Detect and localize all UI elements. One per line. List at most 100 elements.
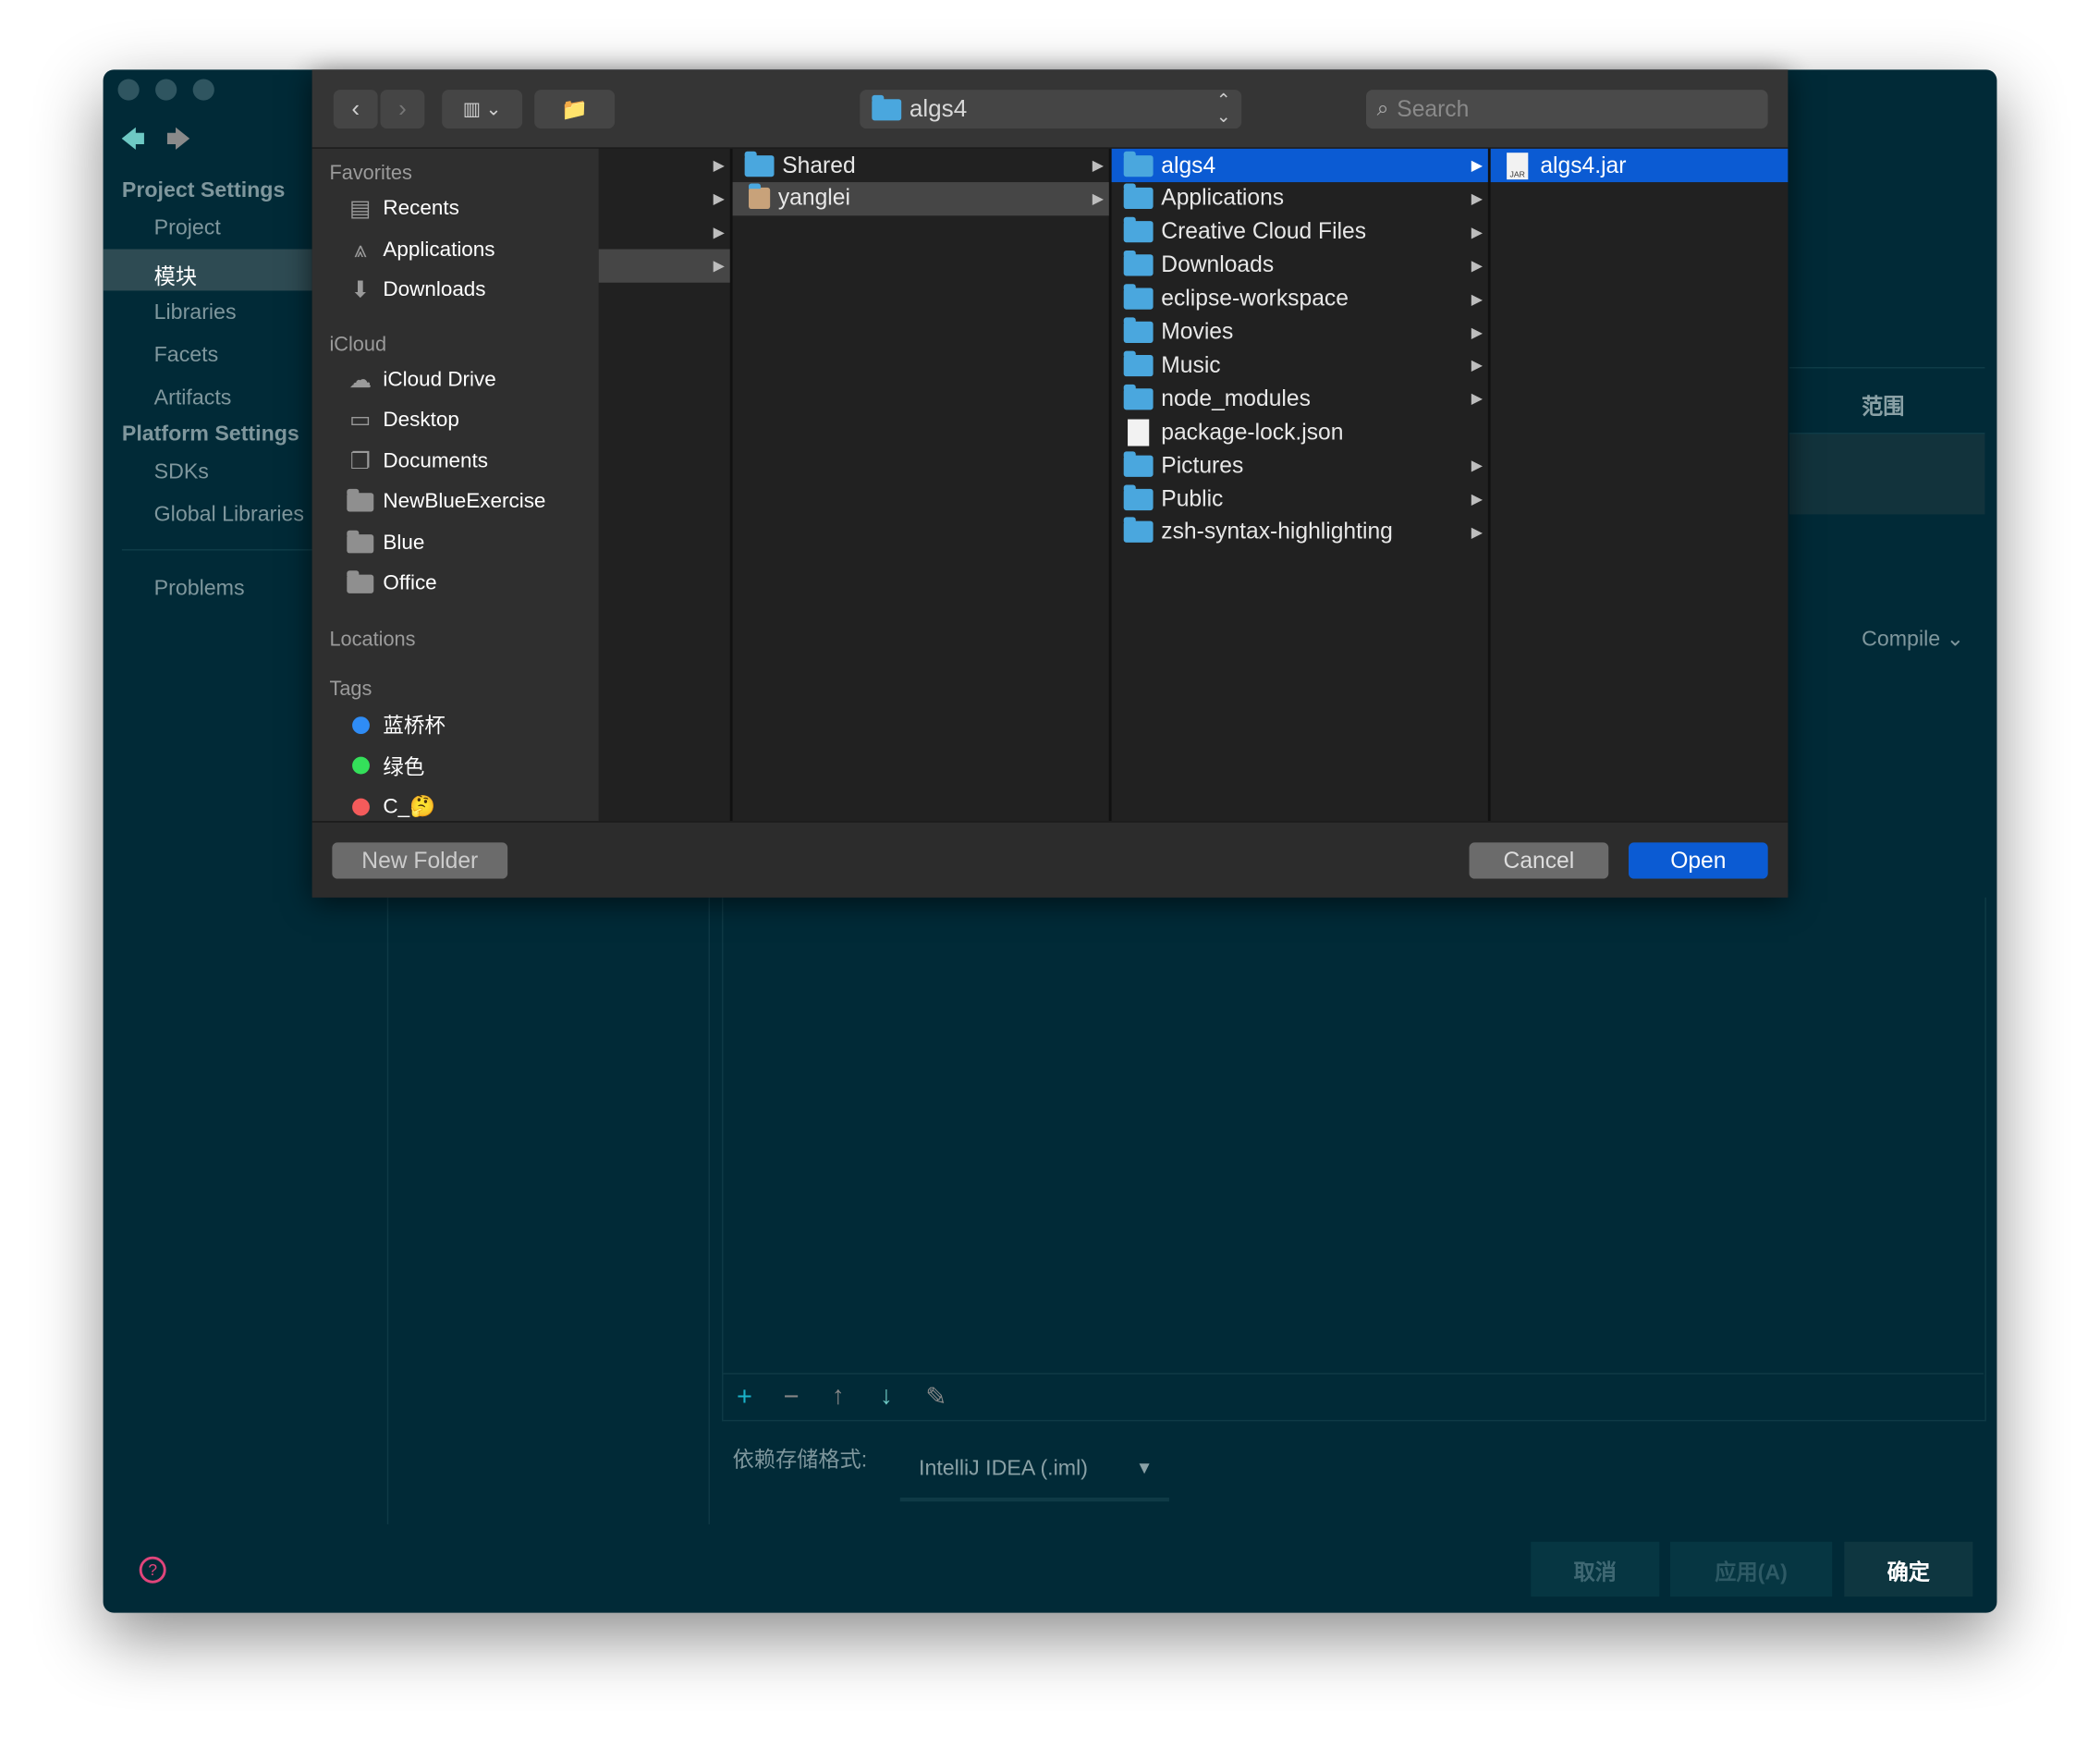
file-item[interactable]: Creative Cloud Files ▶ [1112,215,1488,249]
sidebar-item-problems[interactable]: Problems [154,578,245,602]
tag-item[interactable]: 绿色 [346,747,424,785]
ok-button[interactable]: 确定 [1844,1541,1973,1597]
open-button[interactable]: Open [1628,842,1768,879]
minimize-window-button[interactable] [155,79,177,101]
file-item[interactable]: algs4 ▶ [1111,148,1488,183]
file-name: Pictures [1161,452,1244,478]
apply-button[interactable]: 应用(A) [1669,1541,1833,1597]
list-item[interactable]: ▶ [598,249,730,283]
disclosure-arrow-icon: ▶ [1471,157,1483,175]
edit-icon[interactable]: ✎ [925,1382,946,1413]
file-name: zsh-syntax-highlighting [1161,519,1393,544]
sidebar-item[interactable]: NewBlueExercise [346,483,546,521]
list-item[interactable]: ▶ [599,182,730,215]
file-item[interactable]: node_modules ▶ [1112,382,1488,415]
column-2: Shared ▶ yanglei ▶ [732,148,1112,822]
file-item[interactable]: Movies ▶ [1112,315,1488,349]
disclosure-arrow-icon: ▶ [713,225,725,241]
close-window-button[interactable] [117,79,140,101]
cancel-button[interactable]: 取消 [1531,1541,1660,1597]
file-item[interactable]: zsh-syntax-highlighting ▶ [1112,516,1488,549]
file-item[interactable]: JAR algs4.jar [1490,148,1789,183]
dialog-footer: New Folder Cancel Open [311,821,1789,898]
tag-item[interactable]: 蓝桥杯 [346,706,446,744]
disclosure-arrow-icon: ▶ [1471,225,1483,241]
tag-item[interactable]: C_🤔 [346,788,435,826]
storage-format-dropdown[interactable]: IntelliJ IDEA (.iml) ▼ [899,1452,1169,1502]
file-item[interactable]: yanglei ▶ [732,181,1109,216]
folder-icon [1123,184,1154,210]
sidebar-item[interactable]: Blue [346,524,425,562]
file-item[interactable]: Applications ▶ [1112,182,1488,215]
back-button[interactable]: ‹ [333,90,378,129]
new-folder-button[interactable]: New Folder [332,842,508,879]
sidebar-item[interactable]: ▤ Recents [346,190,459,228]
scope-header: 范围 [1862,396,1905,420]
arrow-left-icon[interactable]: 🡄 [120,123,145,163]
sidebar-item[interactable]: ▭ Desktop [346,402,459,440]
folder-icon [1123,317,1154,343]
list-item[interactable]: ▶ [599,215,730,249]
sidebar-item-artifacts[interactable]: Artifacts [154,387,232,411]
locations-header: Locations [329,628,416,652]
cancel-button[interactable]: Cancel [1469,842,1609,879]
list-item[interactable]: ▶ [599,149,730,182]
forward-button[interactable]: › [380,90,425,129]
sidebar-item-sdks[interactable]: SDKs [154,460,209,484]
jar-file-icon: JAR [1507,152,1529,179]
folder-icon [1123,450,1154,477]
sidebar-item-label: Office [383,571,437,595]
view-mode-button[interactable]: ▥ ⌄ [442,90,523,129]
table-row-selected[interactable] [1789,434,1985,515]
file-item[interactable]: Shared ▶ [733,149,1109,182]
sidebar-item[interactable]: Office [346,565,437,603]
scope-dropdown[interactable]: Compile ⌄ [1862,626,1964,653]
file-item[interactable]: Downloads ▶ [1112,249,1488,282]
sidebar-item-label: NewBlueExercise [383,490,546,514]
folder-icon [1123,350,1154,377]
column-1: ▶ ▶ ▶ ▶ [598,148,733,822]
file-item[interactable]: Public ▶ [1112,483,1488,516]
sidebar-item-project[interactable]: Project [154,217,221,241]
sidebar-item-label: Documents [383,449,489,473]
search-field[interactable]: ⌕ Search [1365,90,1768,129]
new-folder-icon-button[interactable]: 📁 [534,90,616,129]
remove-icon[interactable]: − [784,1382,800,1413]
tag-dot-icon [346,711,375,738]
sidebar-item[interactable]: ☁ iCloud Drive [346,361,495,399]
arrow-right-icon[interactable]: 🡆 [166,123,191,163]
question-circle-icon[interactable]: ? [139,1556,166,1584]
sidebar-item[interactable]: ⩓ Applications [346,231,495,269]
open-file-dialog: ‹ › ▥ ⌄ 📁 algs4 ⌃ ⌄ ⌕ Search Favorites ▤ Re… [311,69,1789,898]
sidebar-item-libraries[interactable]: Libraries [154,301,237,325]
file-item[interactable]: Pictures ▶ [1112,449,1488,483]
sidebar-item-facets[interactable]: Facets [154,344,219,368]
file-name: Movies [1161,318,1234,345]
folder-icon [346,570,375,597]
disclosure-arrow-icon: ▶ [1471,358,1483,374]
disclosure-arrow-icon: ▶ [713,157,725,175]
sidebar-item-global-libraries[interactable]: Global Libraries [154,504,304,528]
move-up-icon[interactable]: ↑ [832,1382,845,1412]
sidebar-item-label: Blue [383,531,425,555]
file-name: eclipse-workspace [1161,285,1349,312]
sidebar-item-modules[interactable]: 模块 [154,259,197,291]
folder-icon [1123,384,1154,410]
zoom-window-button[interactable] [192,79,214,101]
scope-value: Compile [1862,628,1941,652]
folder-icon [1123,151,1154,177]
sidebar-item[interactable]: ❐ Documents [346,443,488,481]
columns-view-icon: ▥ ⌄ [462,97,502,119]
file-item[interactable]: Music ▶ [1112,349,1488,382]
path-value: algs4 [909,94,968,122]
dropdown-arrow-icon: ▼ [1135,1457,1154,1478]
disclosure-arrow-icon: ▶ [1471,524,1483,542]
sidebar-item[interactable]: ⬇ Downloads [346,272,485,310]
dialog-sidebar: Favorites ▤ Recents ⩓ Applications ⬇ Downloads… [311,148,599,822]
tag-dot-icon [346,752,375,779]
file-item[interactable]: eclipse-workspace ▶ [1112,282,1488,315]
file-item[interactable]: package-lock.json [1112,415,1488,448]
add-icon[interactable]: + [737,1382,752,1413]
move-down-icon[interactable]: ↓ [880,1382,893,1412]
path-popup[interactable]: algs4 ⌃ ⌄ [860,90,1242,129]
